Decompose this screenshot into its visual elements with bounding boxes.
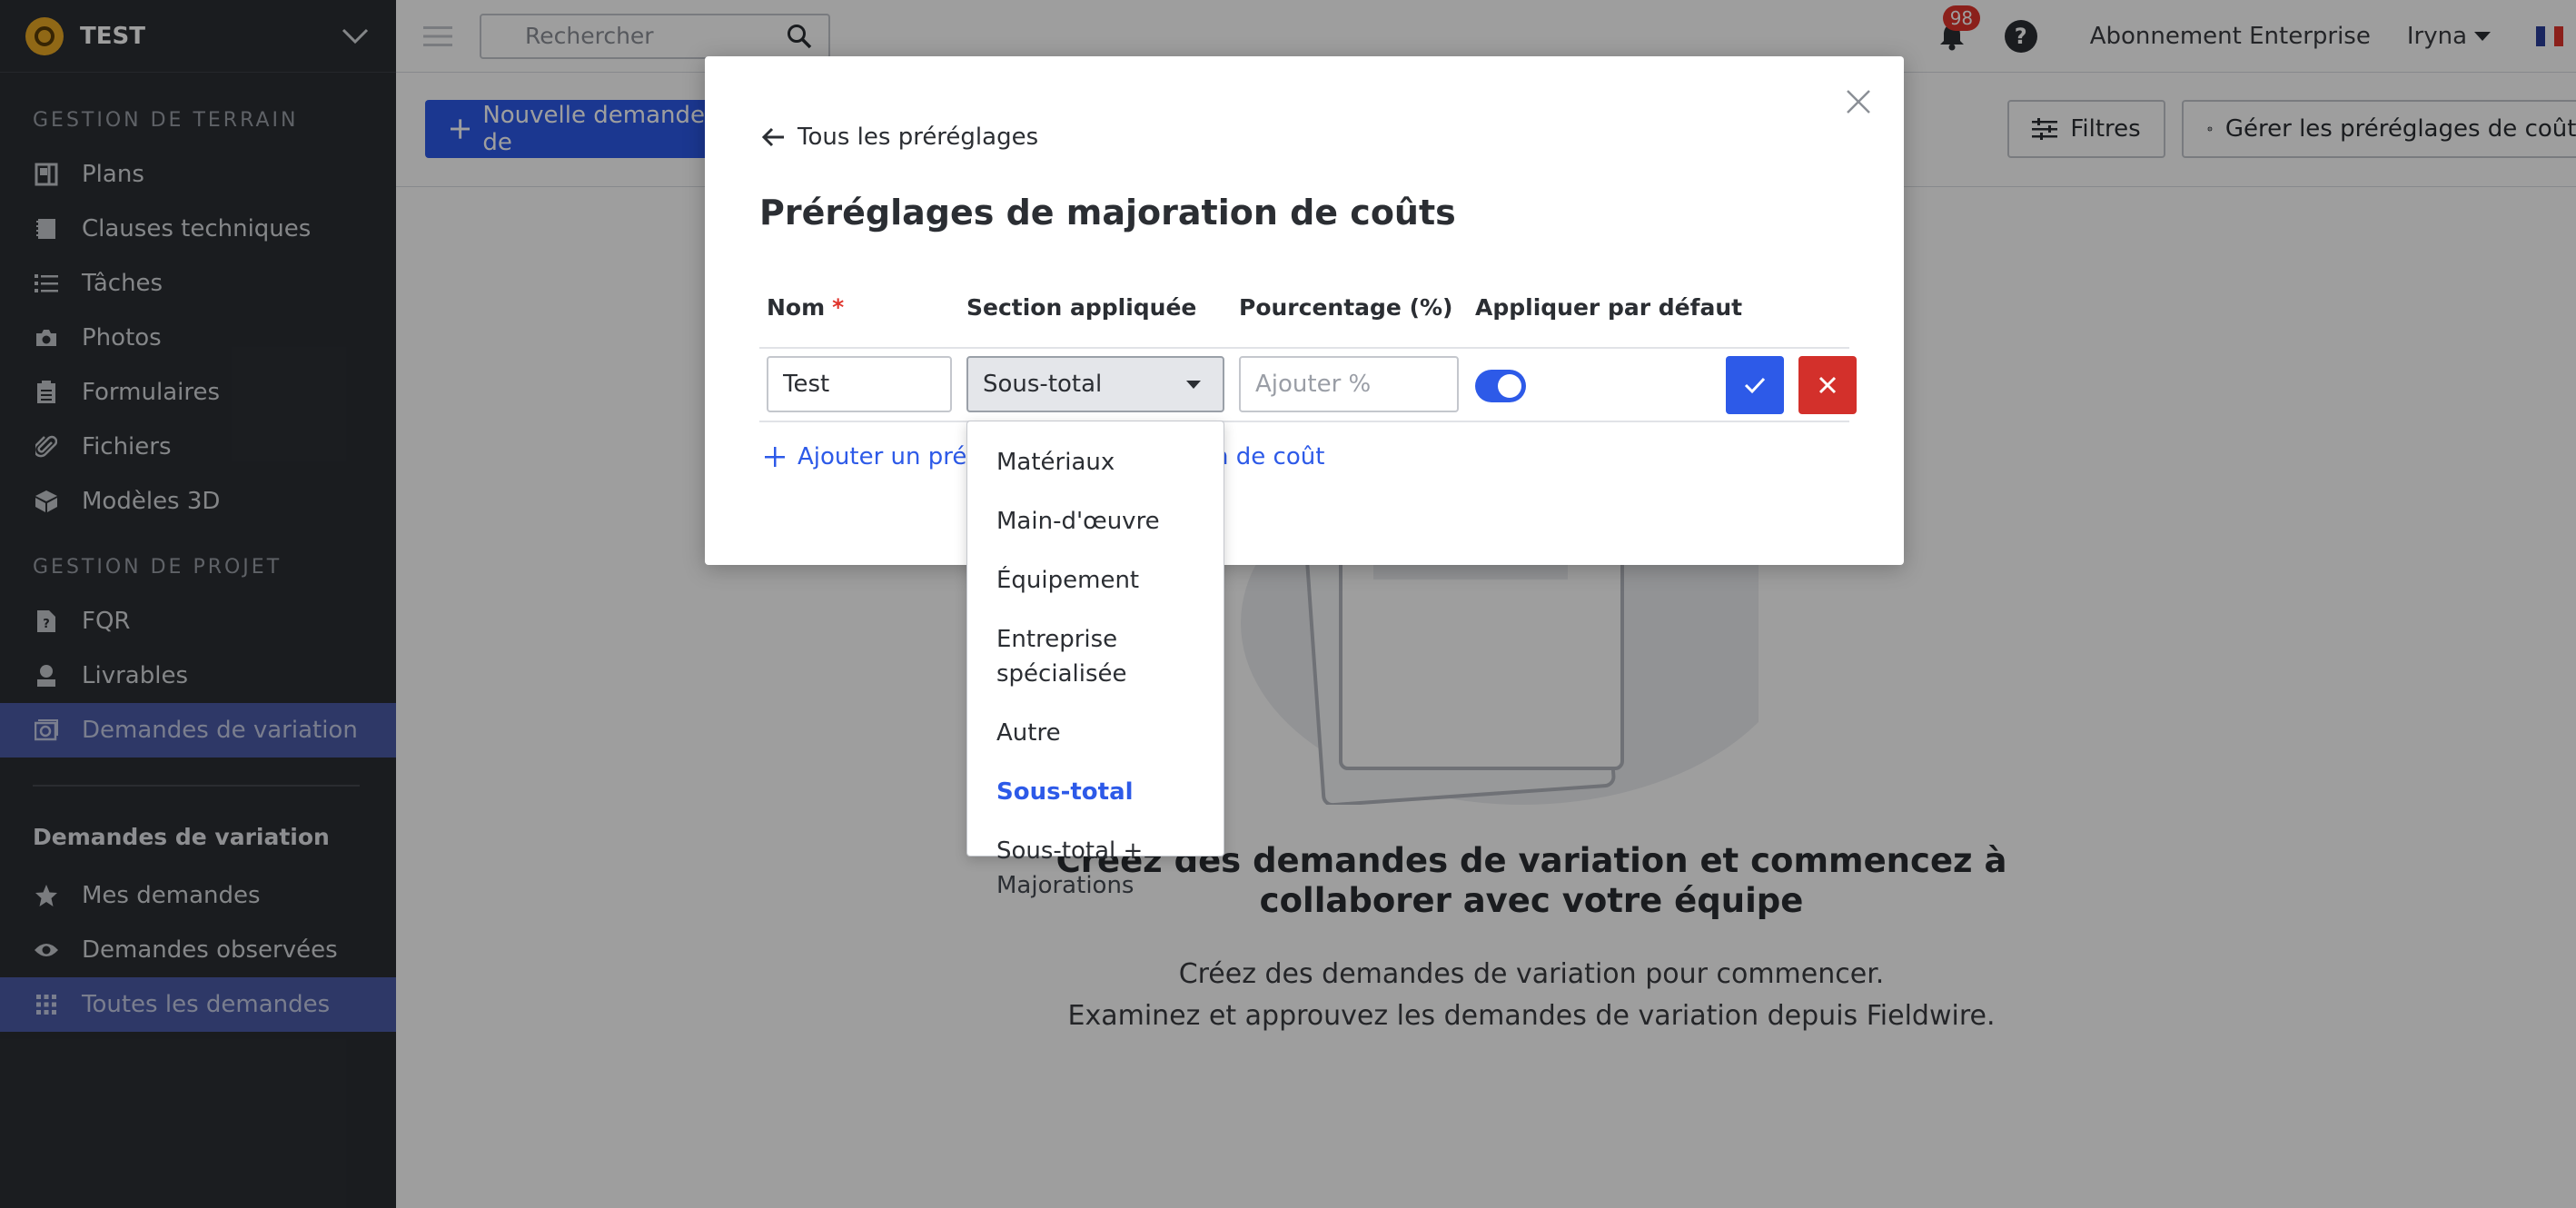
row-divider — [759, 347, 1849, 349]
row-divider — [759, 421, 1849, 422]
section-select[interactable]: Sous-total — [966, 356, 1224, 412]
section-dropdown-menu: Matériaux Main-d'œuvre Équipement Entrep… — [966, 421, 1224, 899]
section-select-value: Sous-total — [983, 371, 1103, 398]
column-header-default: Appliquer par défaut — [1475, 294, 1743, 321]
back-label: Tous les préréglages — [798, 124, 1039, 151]
column-header-section: Section appliquée — [966, 294, 1197, 321]
caret-down-icon — [1186, 380, 1201, 389]
dropdown-option-selected[interactable]: Sous-total — [967, 769, 1224, 815]
dropdown-option[interactable]: Sous-total + Majorations — [967, 828, 1224, 908]
cancel-button[interactable] — [1798, 356, 1857, 414]
back-to-presets-link[interactable]: Tous les préréglages — [761, 124, 1038, 151]
percentage-field[interactable] — [1239, 356, 1459, 412]
close-icon[interactable] — [1840, 84, 1877, 120]
cost-markup-presets-dialog: Tous les préréglages Préréglages de majo… — [705, 56, 1904, 565]
dropdown-option[interactable]: Équipement — [967, 558, 1224, 603]
column-header-percentage: Pourcentage (%) — [1239, 294, 1453, 321]
required-mark: * — [832, 294, 845, 321]
dropdown-option[interactable]: Main-d'œuvre — [967, 499, 1224, 544]
dropdown-option[interactable]: Autre — [967, 710, 1224, 756]
confirm-button[interactable] — [1726, 356, 1784, 414]
arrow-left-icon — [761, 127, 784, 147]
preset-name-field[interactable] — [767, 356, 952, 412]
column-header-name: Nom * — [767, 294, 844, 321]
apply-default-toggle[interactable] — [1475, 370, 1526, 402]
plus-icon — [765, 447, 785, 467]
close-icon — [1818, 376, 1837, 394]
column-name-label: Nom — [767, 294, 826, 321]
check-icon — [1744, 377, 1766, 394]
dropdown-option[interactable]: Entreprise spécialisée — [967, 617, 1224, 697]
dropdown-option[interactable]: Matériaux — [967, 440, 1224, 485]
dialog-title: Préréglages de majoration de coûts — [759, 193, 1456, 233]
